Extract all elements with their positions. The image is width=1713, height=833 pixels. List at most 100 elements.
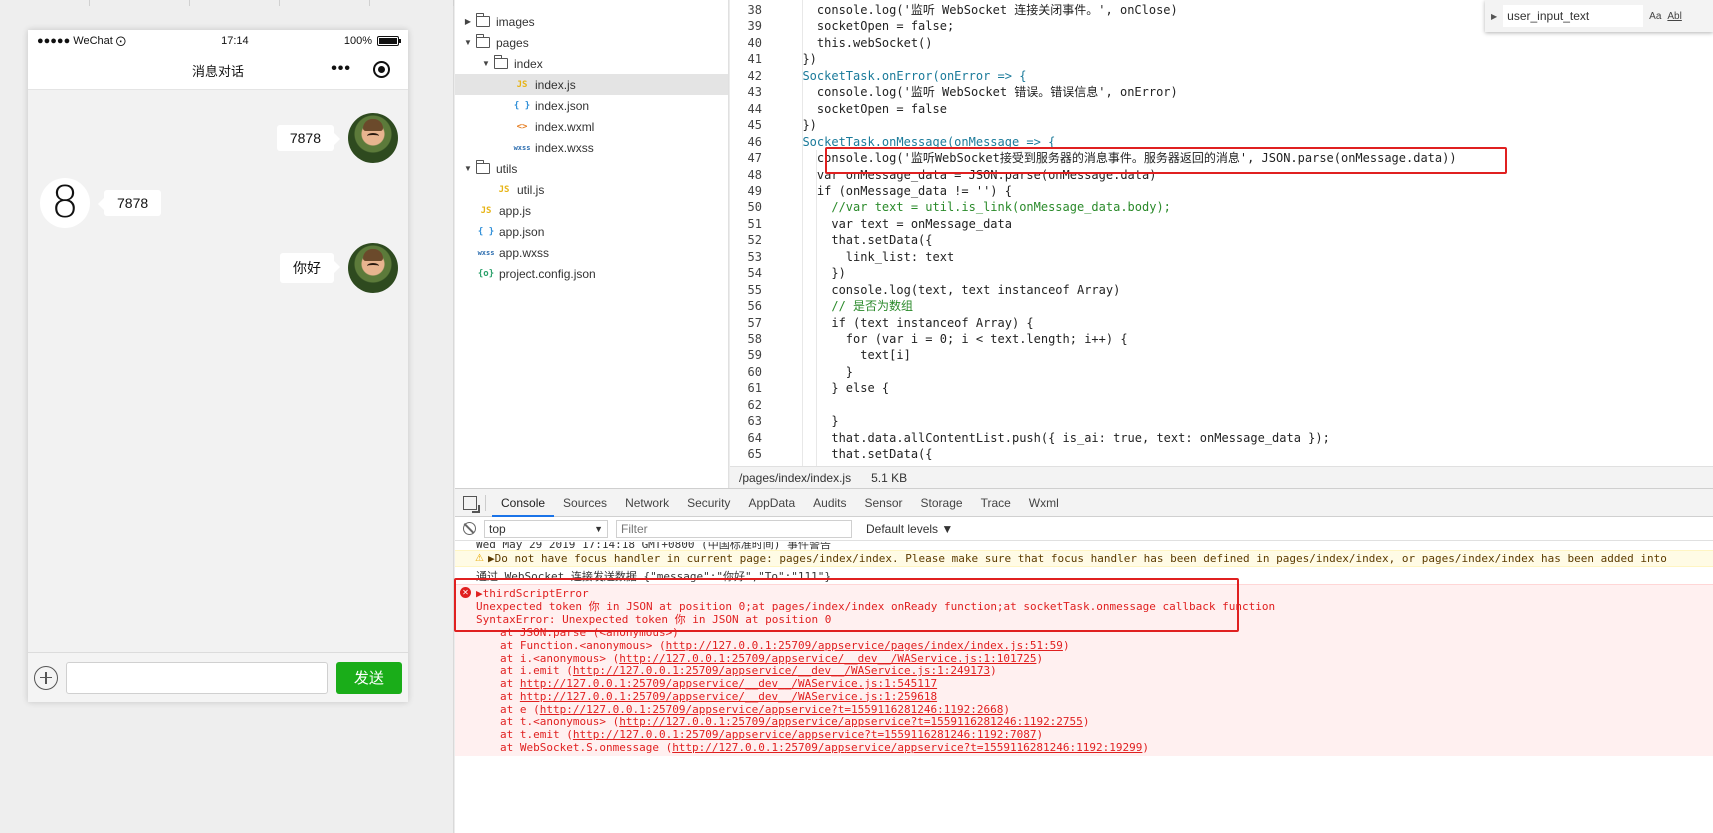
add-icon[interactable] [34,665,58,690]
match-case-toggle[interactable]: Aa [1649,11,1661,22]
file-path: /pages/index/index.js [739,470,852,485]
code-line[interactable]: } [788,364,853,380]
expand-replace-icon[interactable]: ▶ [1491,12,1497,21]
code-line[interactable]: } else { [788,380,889,396]
json-file-icon: { } [477,226,495,237]
tab-sources[interactable]: Sources [554,489,616,517]
code-line[interactable]: } [788,413,838,429]
code-line[interactable]: if (onMessage_data != '') { [788,183,1012,199]
code-line[interactable]: SocketTask.onMessage(onMessage => { [788,134,1055,150]
code-line[interactable]: that.setData({ [788,446,932,462]
caret-down-icon[interactable]: ▼ [463,164,473,173]
tree-item-index-json[interactable]: { } index.json [455,95,728,116]
error-icon: ✕ [460,587,471,598]
tab-storage[interactable]: Storage [912,489,972,517]
code-line[interactable]: socketOpen = false; [788,18,954,34]
code-line[interactable]: //var text = util.is_link(onMessage_data… [788,199,1171,215]
indent-guide [816,150,817,466]
tab-console[interactable]: Console [492,489,555,517]
message-input[interactable] [66,661,328,694]
tree-item-utils[interactable]: ▼ utils [455,158,728,179]
stack-link[interactable]: http://127.0.0.1:25709/appservice/appser… [573,728,1037,741]
file-tree: ▶ images ▼ pages ▼ index JS index.js { } index.js… [455,0,729,488]
syntax-error: SyntaxError: Unexpected token 你 in JSON … [476,613,832,626]
code-line[interactable]: var text = onMessage_data [788,216,1012,232]
whole-word-toggle[interactable]: Abl [1667,11,1681,22]
tab-network[interactable]: Network [616,489,678,517]
tab-security[interactable]: Security [678,489,739,517]
code-line[interactable]: for (var i = 0; i < text.length; i++) { [788,331,1128,347]
code-area[interactable]: console.log('监听 WebSocket 连接关闭事件。', onCl… [788,0,1713,466]
stack-line: at Function.<anonymous> (http://127.0.0.… [500,639,1070,652]
stack-prefix: at i.emit ( [500,664,573,678]
line-number: 62 [747,397,762,412]
tab-appdata[interactable]: AppData [739,489,804,517]
stack-prefix: at [500,689,520,703]
code-line[interactable]: that.setData({ [788,232,932,248]
tab-trace[interactable]: Trace [972,489,1020,517]
tree-item-label: util.js [517,182,545,197]
tree-item-index-wxml[interactable]: <> index.wxml [455,116,728,137]
clock-label: 17:14 [221,35,249,47]
tree-item-app-js[interactable]: JS app.js [455,200,728,221]
tree-item-images[interactable]: ▶ images [455,11,728,32]
code-line[interactable]: that.data.allContentList.push({ is_ai: t… [788,430,1330,446]
line-number: 61 [747,381,762,396]
context-select[interactable]: top ▼ [484,519,608,538]
code-line[interactable]: console.log('监听 WebSocket 连接关闭事件。', onCl… [788,2,1178,18]
stack-link[interactable]: http://127.0.0.1:25709/appservice/appser… [672,741,1142,754]
wxml-file-icon: <> [516,121,528,132]
tree-item-index-wxss[interactable]: wxss index.wxss [455,137,728,158]
find-input[interactable] [1503,5,1644,27]
tree-item-label: index.wxml [535,119,595,134]
clear-console-icon[interactable] [463,522,476,535]
stack-link[interactable]: http://127.0.0.1:25709/appservice/__dev_… [573,664,990,677]
code-line[interactable]: console.log(text, text instanceof Array) [788,282,1120,298]
simulator-panel: ●●●●● WeChat ⨀ 17:14 100% 消息对话 ••• 7878 … [0,0,454,833]
inspect-icon[interactable] [463,495,480,513]
code-line[interactable]: // 是否为数组 [788,298,913,314]
stack-link[interactable]: http://127.0.0.1:25709/appservice/__dev_… [619,652,1036,665]
line-number: 53 [747,249,762,264]
tab-audits[interactable]: Audits [804,489,855,517]
code-line[interactable]: SocketTask.onError(onError => { [788,68,1026,84]
tree-item-util-js[interactable]: JS util.js [455,179,728,200]
stack-link[interactable]: http://127.0.0.1:25709/appservice/__dev_… [520,677,937,690]
code-line[interactable]: text[i] [788,347,911,363]
code-line[interactable]: this.webSocket() [788,35,933,51]
tree-item-pages[interactable]: ▼ pages [455,32,728,53]
code-line[interactable]: console.log('监听 WebSocket 错误。错误信息', onEr… [788,84,1178,100]
code-line[interactable]: if (text instanceof Array) { [788,315,1033,331]
code-line[interactable]: socketOpen = false [788,101,947,117]
caret-down-icon[interactable]: ▼ [463,38,473,47]
tree-item-app-json[interactable]: { } app.json [455,221,728,242]
home-icon[interactable] [373,60,390,78]
console-warning[interactable]: ▶Do not have focus handler in current pa… [488,552,1667,565]
filter-input[interactable] [616,519,852,538]
code-line[interactable]: link_list: text [788,249,954,265]
log-levels-select[interactable]: Default levels ▼ [866,522,953,536]
console-line: 通过 WebSocket 连接发送数据 {"message":"你好","To"… [476,570,832,583]
stack-link[interactable]: http://127.0.0.1:25709/appservice/appser… [540,703,1004,716]
json-file-icon: { } [513,100,531,111]
caret-down-icon[interactable]: ▼ [481,59,491,68]
stack-link[interactable]: http://127.0.0.1:25709/appservice/__dev_… [520,690,937,703]
error-title[interactable]: ▶thirdScriptError [476,587,589,600]
code-editor[interactable]: 38 39 40 41 42 43 44 45 46 47 48 49 50 51 52 53 54 55 56 57… [730,0,1713,466]
send-button[interactable]: 发送 [335,661,402,694]
tree-item-index[interactable]: ▼ index [455,53,728,74]
tree-item-app-wxss[interactable]: wxss app.wxss [455,242,728,263]
devtools-panel: Console Sources Network Security AppData Audi… [455,488,1713,833]
tree-item-index-js[interactable]: JS index.js [455,74,728,95]
tree-item-project-config-json[interactable]: {o} project.config.json [455,263,728,284]
line-number: 57 [747,315,762,330]
code-line[interactable]: var onMessage_data = JSON.parse(onMessag… [788,167,1157,183]
code-line[interactable]: console.log('监听WebSocket接受到服务器的消息事件。服务器返… [788,150,1457,166]
line-number: 52 [747,233,762,248]
stack-link[interactable]: http://127.0.0.1:25709/appservice/appser… [619,715,1083,728]
caret-right-icon[interactable]: ▶ [463,17,473,26]
tab-sensor[interactable]: Sensor [856,489,912,517]
stack-link[interactable]: http://127.0.0.1:25709/appservice/pages/… [666,639,1063,652]
more-icon[interactable]: ••• [331,60,351,78]
tab-wxml[interactable]: Wxml [1020,489,1068,517]
